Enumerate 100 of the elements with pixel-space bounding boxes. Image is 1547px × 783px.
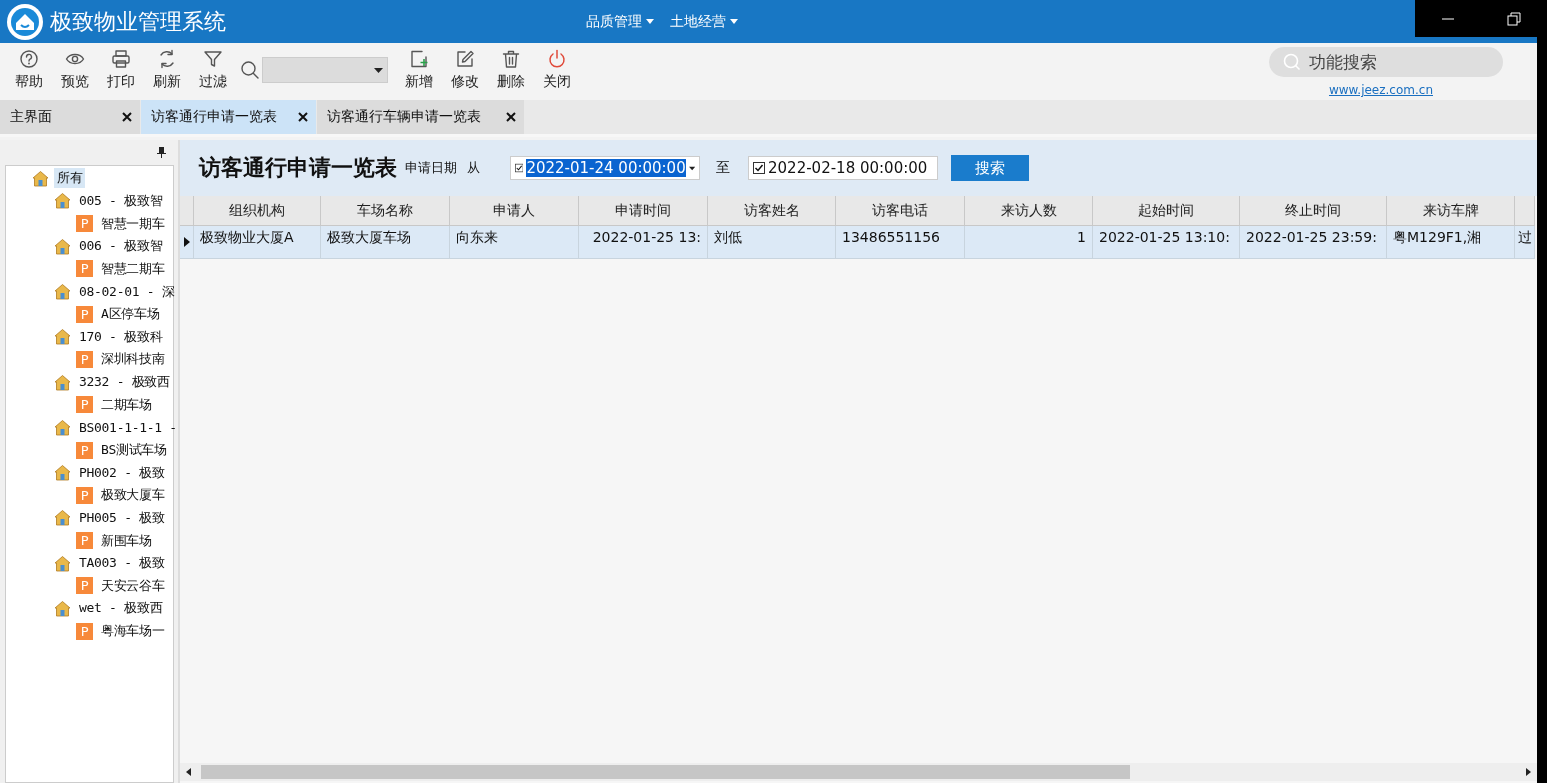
- close-icon[interactable]: [122, 112, 132, 122]
- toolbar-button[interactable]: 修改: [442, 43, 488, 92]
- toolbar-button[interactable]: 打印: [98, 43, 144, 92]
- table-cell: 13486551156: [836, 226, 965, 259]
- parking-icon: P: [76, 441, 93, 459]
- tab[interactable]: 访客通行车辆申请一览表: [317, 100, 524, 134]
- tree-item[interactable]: 智慧二期车: [98, 258, 168, 279]
- house-icon: [54, 600, 71, 617]
- house-icon: [54, 509, 71, 527]
- search-combo-field[interactable]: [262, 57, 388, 83]
- parking-icon: P: [76, 486, 93, 504]
- column-header[interactable]: 来访人数: [965, 196, 1093, 226]
- website-link[interactable]: www.jeez.com.cn: [1329, 83, 1433, 97]
- tree-item[interactable]: 08-02-01 - 深: [76, 281, 178, 302]
- toolbar-button[interactable]: 删除: [488, 43, 534, 92]
- house-icon: [54, 328, 71, 346]
- tab[interactable]: 主界面: [0, 100, 140, 134]
- column-header[interactable]: 来访车牌: [1387, 196, 1515, 226]
- tree-item[interactable]: BS测试车场: [98, 440, 170, 460]
- date-label: 申请日期: [405, 159, 457, 177]
- report-title: 访客通行申请一览表: [199, 154, 397, 182]
- tree-item[interactable]: 天安云谷车: [98, 575, 168, 596]
- house-icon: [54, 418, 71, 436]
- tree-item[interactable]: 170 - 极致科: [76, 326, 166, 347]
- table-cell: 刘低: [708, 226, 836, 259]
- tree-item[interactable]: 005 - 极致智: [76, 190, 166, 211]
- search-icon: [1283, 53, 1301, 71]
- parking-icon: P: [76, 577, 93, 595]
- menu-item[interactable]: 土地经营: [670, 12, 738, 31]
- close-icon[interactable]: [298, 112, 308, 122]
- table-cell: 极致物业大厦A: [194, 226, 321, 259]
- toolbar-button[interactable]: 新增: [396, 43, 442, 92]
- dropdown-arrow-icon: [374, 67, 383, 73]
- menu-item[interactable]: 品质管理: [586, 12, 654, 31]
- filter-icon: [203, 49, 223, 69]
- column-header[interactable]: 起始时间: [1093, 196, 1240, 226]
- restore-icon[interactable]: [1507, 11, 1521, 26]
- tree-item[interactable]: 新围车场: [98, 530, 155, 551]
- parking-icon: P: [76, 305, 93, 323]
- tree-item[interactable]: 深圳科技南: [98, 349, 168, 370]
- toolbar-button[interactable]: 帮助: [6, 43, 52, 92]
- search-icon: [240, 60, 260, 80]
- table-cell: 粤M129F1,湘: [1387, 226, 1515, 259]
- dropdown-arrow-icon[interactable]: [688, 165, 695, 171]
- column-header[interactable]: 组织机构: [194, 196, 321, 226]
- column-header[interactable]: 访客电话: [836, 196, 965, 226]
- pin-icon[interactable]: [157, 147, 166, 158]
- to-label: 至: [716, 159, 730, 177]
- row-header[interactable]: [180, 226, 194, 259]
- house-icon: [54, 283, 71, 300]
- column-header[interactable]: 申请时间: [579, 196, 708, 226]
- column-header[interactable]: 终止时间: [1240, 196, 1387, 226]
- house-icon: [54, 373, 71, 391]
- toolbar-button[interactable]: 刷新: [144, 43, 190, 92]
- table-cell: 2022-01-25 23:59:: [1240, 226, 1387, 259]
- printer-icon: [111, 49, 131, 69]
- parking-icon: P: [76, 622, 93, 640]
- tree-item[interactable]: PH005 - 极致: [76, 507, 168, 528]
- tree-item[interactable]: 所有: [54, 168, 86, 189]
- scroll-left-icon[interactable]: [186, 768, 191, 776]
- tree-item[interactable]: wet - 极致西: [76, 598, 166, 619]
- toolbar-button[interactable]: 过滤: [190, 43, 236, 92]
- toolbar-button[interactable]: 预览: [52, 43, 98, 92]
- tree-item[interactable]: 智慧一期车: [98, 213, 168, 234]
- search-button[interactable]: 搜索: [951, 155, 1029, 181]
- date-field[interactable]: 2022-02-18 00:00:00: [748, 156, 938, 180]
- table-cell: 1: [965, 226, 1093, 259]
- parking-icon: P: [76, 396, 93, 414]
- column-header[interactable]: 车场名称: [321, 196, 450, 226]
- function-search-field[interactable]: 功能搜索: [1269, 47, 1503, 77]
- horizontal-scrollbar[interactable]: [180, 763, 1537, 781]
- tab[interactable]: 访客通行申请一览表: [141, 100, 316, 134]
- caret-icon: [646, 19, 654, 24]
- parking-icon: P: [76, 215, 93, 233]
- parking-icon: P: [76, 260, 93, 278]
- scroll-right-icon[interactable]: [1526, 768, 1531, 776]
- tree-item[interactable]: A区停车场: [98, 304, 163, 325]
- tree-item[interactable]: BS001-1-1-1 -: [76, 418, 180, 436]
- table-cell: 极致大厦车场: [321, 226, 450, 259]
- edit-icon: [455, 49, 475, 69]
- checked-checkbox-icon[interactable]: [753, 162, 765, 174]
- tree-item[interactable]: 3232 - 极致西: [76, 372, 173, 393]
- house-logo-icon: [6, 2, 44, 41]
- tree-item[interactable]: 006 - 极致智: [76, 236, 166, 257]
- house-icon: [54, 237, 71, 255]
- caret-icon: [730, 19, 738, 24]
- tree-item[interactable]: 粤海车场一: [98, 621, 168, 642]
- tree-item[interactable]: TA003 - 极致: [76, 553, 168, 574]
- checked-checkbox-icon[interactable]: [515, 162, 524, 174]
- date-field[interactable]: 2022-01-24 00:00:00: [510, 156, 700, 180]
- close-icon[interactable]: [506, 112, 516, 122]
- tree-item[interactable]: PH002 - 极致: [76, 462, 168, 483]
- tree-item[interactable]: 二期车场: [98, 394, 155, 415]
- house-icon: [54, 554, 71, 572]
- column-header[interactable]: 申请人: [450, 196, 579, 226]
- table-cell: 2022-01-25 13:10:: [1093, 226, 1240, 259]
- column-header[interactable]: 访客姓名: [708, 196, 836, 226]
- house-icon: [54, 464, 71, 482]
- toolbar-button[interactable]: 关闭: [534, 43, 580, 92]
- tree-item[interactable]: 极致大厦车: [98, 485, 168, 506]
